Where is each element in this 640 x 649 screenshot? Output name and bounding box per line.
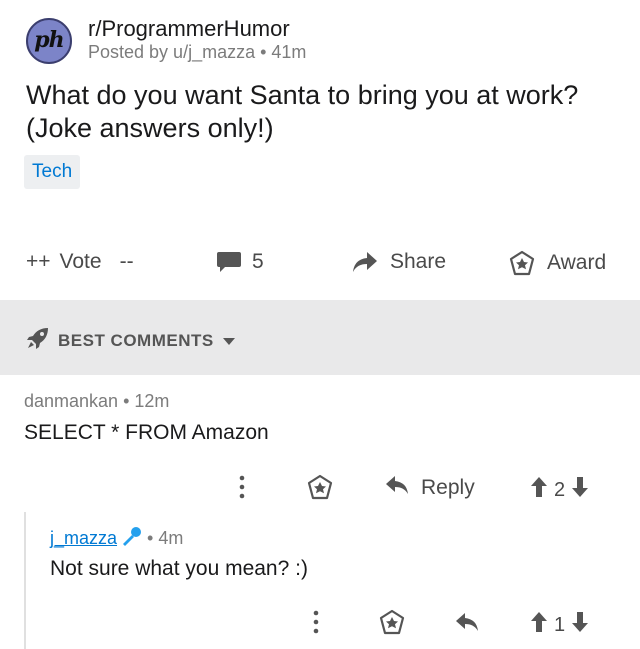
subreddit-icon[interactable]: ph: [26, 18, 72, 64]
chevron-down-icon: [222, 331, 236, 351]
downvote-button[interactable]: --: [120, 250, 134, 274]
award-button[interactable]: Award: [509, 250, 606, 276]
more-options-icon[interactable]: [236, 474, 248, 505]
comment-icon: [216, 250, 242, 274]
vote-label: Vote: [59, 250, 102, 273]
reply-button[interactable]: Reply: [385, 475, 475, 501]
share-arrow-icon: [352, 251, 378, 273]
upvote-button[interactable]: ++: [26, 250, 51, 274]
microphone-icon: [121, 526, 143, 551]
comment-author-op[interactable]: j_mazza: [50, 528, 117, 549]
more-options-icon[interactable]: [310, 609, 322, 640]
subreddit-icon-text: ph: [34, 27, 64, 53]
comment-score: 1: [554, 613, 566, 636]
downvote-arrow-icon[interactable]: [571, 611, 589, 639]
comments-button[interactable]: 5: [216, 250, 264, 274]
share-button[interactable]: Share: [352, 250, 446, 274]
post-flair[interactable]: Tech: [24, 155, 81, 189]
comment-count: 5: [252, 250, 264, 273]
comment-body: SELECT * FROM Amazon: [24, 421, 269, 444]
award-label: Award: [547, 251, 607, 274]
comment-age: • 4m: [147, 528, 184, 548]
post-meta: Posted by u/j_mazza • 41m: [88, 42, 307, 62]
post-title[interactable]: What do you want Santa to bring you at w…: [26, 79, 626, 145]
comment-sort-dropdown[interactable]: BEST COMMENTS: [26, 326, 236, 355]
award-icon[interactable]: [307, 474, 333, 505]
share-label: Share: [390, 250, 447, 273]
rocket-icon: [26, 326, 50, 355]
upvote-arrow-icon[interactable]: [530, 611, 548, 639]
comment-vote-control: 2: [530, 476, 589, 504]
reply-arrow-icon[interactable]: [455, 612, 479, 637]
upvote-arrow-icon[interactable]: [530, 476, 548, 504]
comment-vote-control: 1: [530, 611, 589, 639]
thread-line[interactable]: [24, 512, 26, 649]
award-icon[interactable]: [379, 609, 405, 640]
award-icon: [509, 250, 535, 276]
comment-meta: j_mazza • 4m: [50, 526, 183, 551]
comment-age: • 12m: [123, 391, 170, 411]
comment-score: 2: [554, 478, 566, 501]
comment-meta: danmankan • 12m: [24, 391, 169, 412]
reply-label: Reply: [421, 476, 475, 499]
vote-control: ++ Vote --: [26, 250, 134, 274]
subreddit-name[interactable]: r/ProgrammerHumor: [88, 16, 290, 42]
comment-author[interactable]: danmankan: [24, 391, 118, 411]
comment-body: Not sure what you mean? :): [50, 557, 308, 580]
sort-label: BEST COMMENTS: [58, 330, 214, 350]
reply-arrow-icon: [385, 475, 409, 501]
downvote-arrow-icon[interactable]: [571, 476, 589, 504]
